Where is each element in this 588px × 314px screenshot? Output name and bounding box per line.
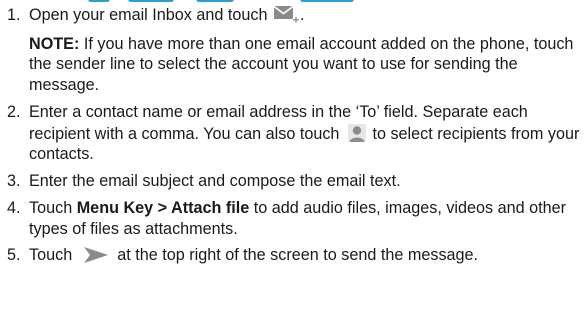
instruction-list: 1. Open your email Inbox and touch . NOT… bbox=[0, 5, 588, 266]
step-1-text: Open your email Inbox and touch . bbox=[29, 5, 305, 24]
step-4-text: Touch Menu Key > Attach file to add audi… bbox=[29, 199, 567, 238]
send-icon bbox=[83, 246, 109, 264]
step-number: 4. bbox=[7, 199, 21, 217]
step-4: 4. Touch Menu Key > Attach file to add a… bbox=[0, 198, 588, 239]
note-text: If you have more than one email account … bbox=[29, 34, 574, 94]
step-number: 1. bbox=[7, 6, 21, 24]
step-3-text: Enter the email subject and compose the … bbox=[29, 171, 401, 190]
step-2: 2. Enter a contact name or email address… bbox=[0, 102, 588, 165]
note-label: NOTE: bbox=[29, 34, 80, 53]
contact-person-icon bbox=[346, 123, 368, 143]
step-3: 3. Enter the email subject and compose t… bbox=[0, 171, 588, 192]
step-number: 3. bbox=[7, 171, 21, 190]
step-5-text: Touch at the top right of the screen to … bbox=[29, 246, 479, 264]
step-2-text: Enter a contact name or email address in… bbox=[29, 103, 580, 163]
menu-path: Menu Key > Attach file bbox=[76, 199, 250, 217]
step-5: 5. Touch at the top right of the screen … bbox=[0, 245, 588, 266]
previous-heading-fragment bbox=[0, 0, 588, 3]
step-number: 5. bbox=[7, 246, 21, 264]
step-1: 1. Open your email Inbox and touch . NOT… bbox=[0, 5, 588, 95]
compose-email-icon bbox=[272, 5, 300, 24]
note: NOTE: If you have more than one email ac… bbox=[29, 34, 586, 96]
step-number: 2. bbox=[7, 103, 21, 121]
